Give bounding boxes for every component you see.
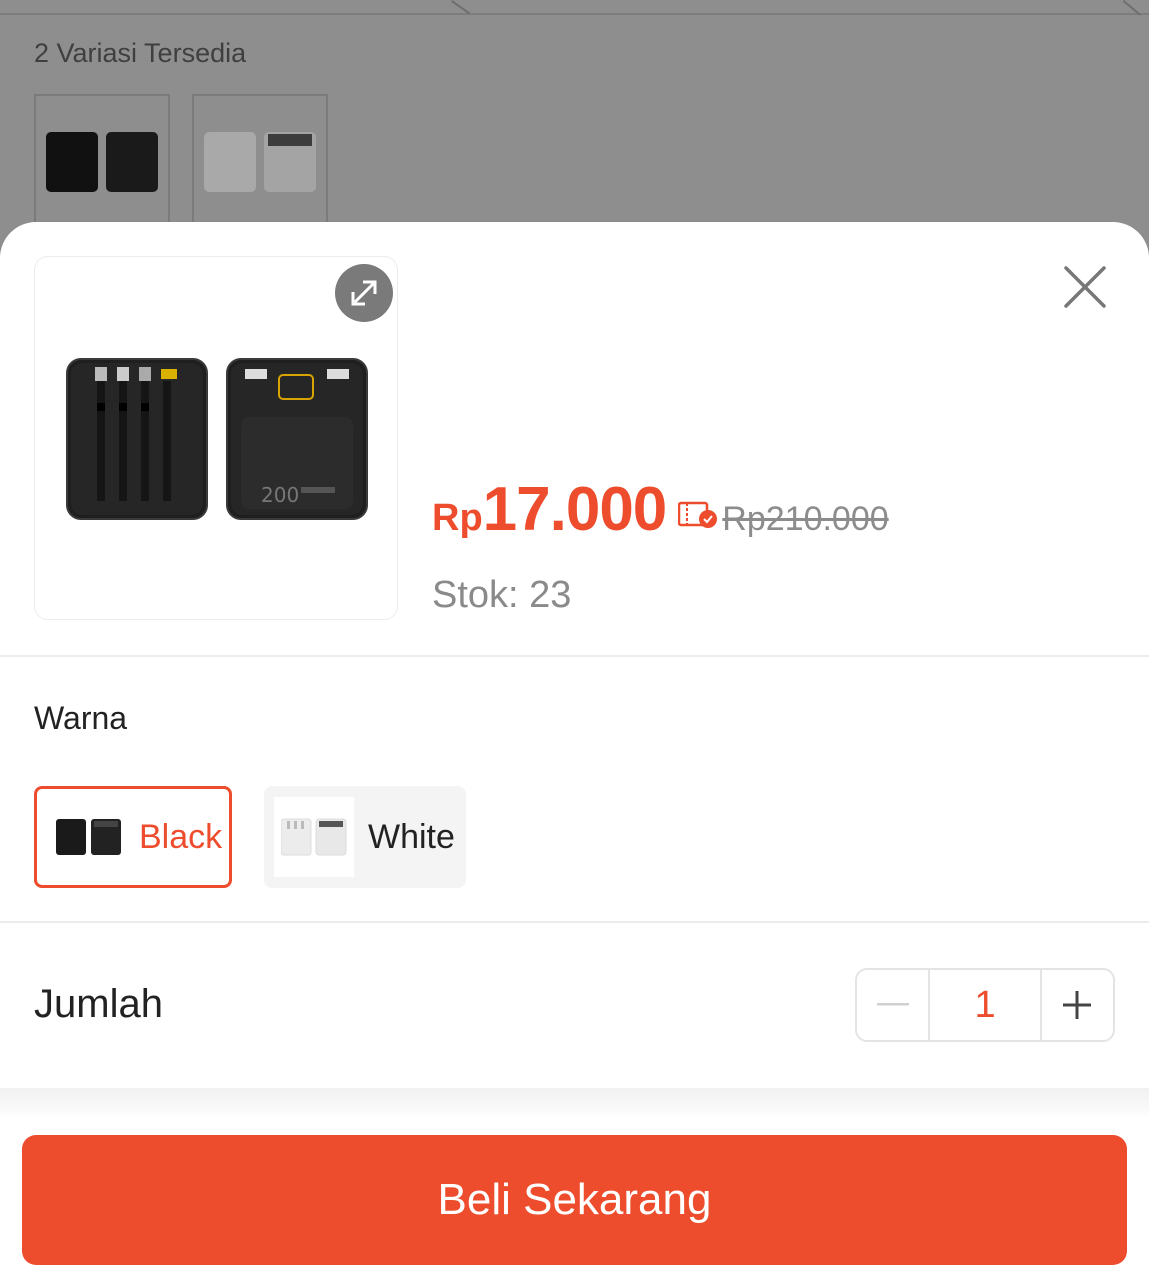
minus-icon bbox=[876, 1003, 909, 1006]
variation-option-black[interactable]: Black bbox=[34, 786, 232, 888]
original-price: Rp210.000 bbox=[722, 500, 889, 538]
variation-option-label: Black bbox=[139, 817, 223, 856]
expand-icon bbox=[351, 280, 377, 306]
current-price: 17.000 bbox=[482, 475, 668, 544]
decrease-quantity-button[interactable] bbox=[857, 970, 928, 1040]
stock-text: Stok: 23 bbox=[432, 574, 572, 616]
variations-available-text: 2 Variasi Tersedia bbox=[34, 38, 247, 68]
variation-option-label: White bbox=[368, 817, 455, 856]
divider bbox=[0, 655, 1149, 657]
power-bank-capacity-text: 200 bbox=[261, 483, 299, 507]
variation-option-white[interactable]: White bbox=[264, 786, 466, 888]
buy-now-button[interactable]: Beli Sekarang bbox=[22, 1135, 1127, 1265]
quantity-label: Jumlah bbox=[34, 982, 163, 1026]
price-row: Rp 17.000 Rp210.000 bbox=[432, 474, 889, 544]
divider bbox=[0, 921, 1149, 923]
background-page: 2 Variasi Tersedia bbox=[0, 0, 1149, 260]
product-image[interactable]: 200 bbox=[34, 256, 398, 620]
variation-thumbnail-black bbox=[49, 797, 129, 877]
quantity-stepper: 1 bbox=[855, 968, 1115, 1042]
price-currency: Rp bbox=[432, 497, 483, 539]
background-divider bbox=[0, 13, 1149, 15]
variation-thumbnail-white bbox=[274, 797, 354, 877]
expand-image-button[interactable] bbox=[335, 264, 393, 322]
plus-icon bbox=[1063, 991, 1092, 1019]
variation-bottom-sheet: 200 Rp 17.000 Rp210.000 Stok: 23 Warna B… bbox=[0, 222, 1149, 1280]
voucher-icon bbox=[678, 500, 718, 530]
close-icon bbox=[1064, 266, 1106, 308]
increase-quantity-button[interactable] bbox=[1042, 970, 1113, 1040]
quantity-input[interactable]: 1 bbox=[928, 970, 1042, 1040]
close-button[interactable] bbox=[1060, 262, 1110, 312]
variation-label: Warna bbox=[34, 700, 128, 736]
